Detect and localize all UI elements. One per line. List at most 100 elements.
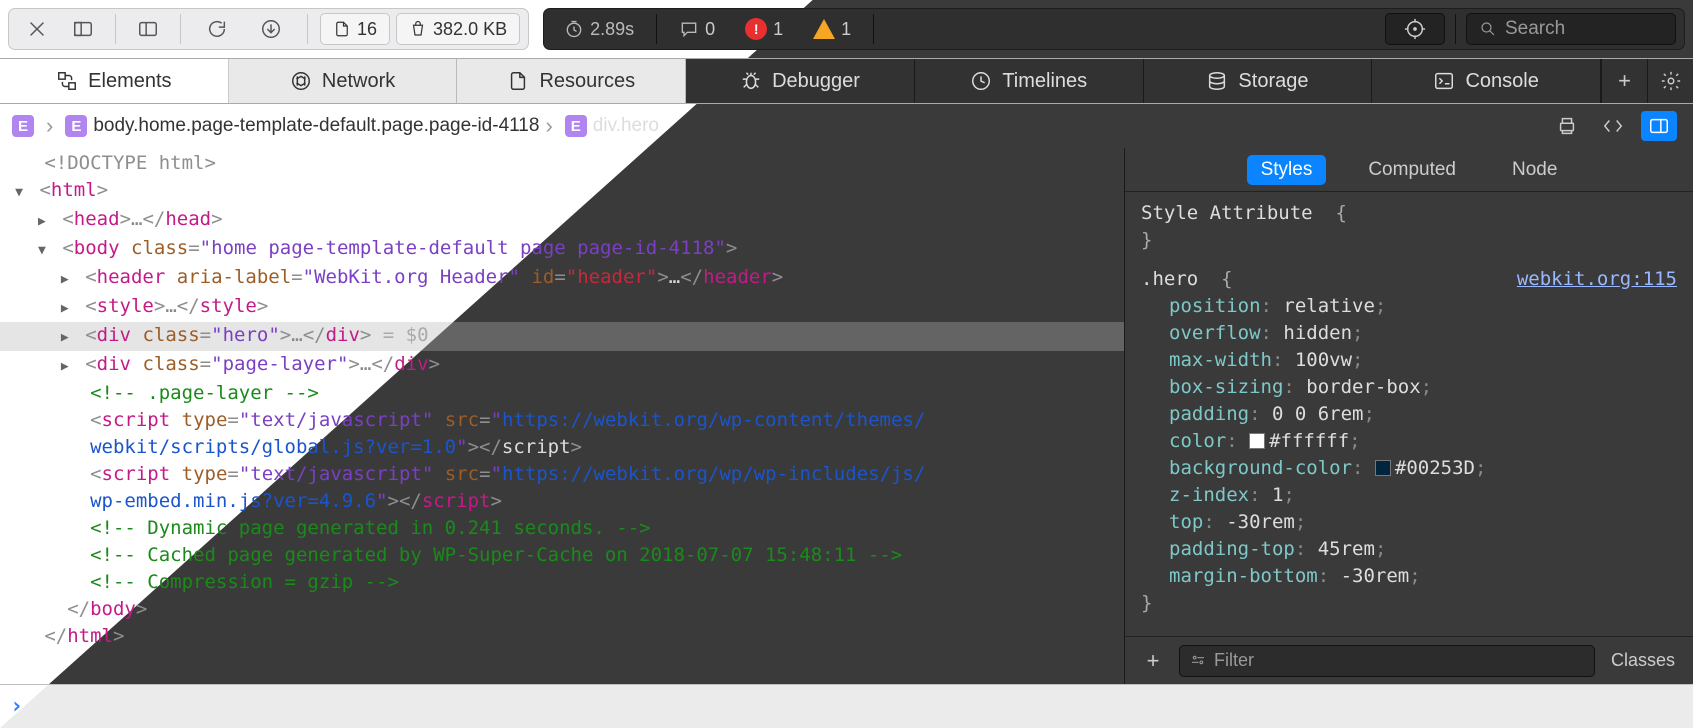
- inspect-element-button[interactable]: [1385, 13, 1445, 45]
- dom-line[interactable]: wp-embed.min.js?ver=4.9.6"></script>: [0, 488, 1124, 515]
- dom-line[interactable]: <!-- Dynamic page generated in 0.241 sec…: [0, 515, 1124, 542]
- dom-line[interactable]: <script type="text/javascript" src="http…: [0, 407, 1124, 434]
- tab-network[interactable]: Network: [229, 59, 458, 103]
- css-declaration[interactable]: padding-top: 45rem;: [1141, 536, 1677, 563]
- styles-sidebar: Styles Computed Node Style Attribute {} …: [1124, 148, 1693, 684]
- network-icon: [290, 70, 312, 92]
- dom-line[interactable]: webkit/scripts/global.js?ver=1.0"></scri…: [0, 434, 1124, 461]
- file-count-value: 16: [357, 19, 377, 40]
- breadcrumb-body-path[interactable]: body.home.page-template-default.page.pag…: [93, 115, 539, 137]
- disclosure-toggle[interactable]: ▶: [56, 353, 74, 380]
- selected-element-badge[interactable]: E: [565, 115, 587, 137]
- tab-timelines[interactable]: Timelines: [915, 59, 1144, 103]
- dom-line[interactable]: ▶ <style>…</style>: [0, 293, 1124, 322]
- dom-line[interactable]: </body>: [0, 596, 1124, 623]
- disclosure-toggle[interactable]: ▼: [10, 179, 28, 206]
- breadcrumb: E › E body.home.page-template-default.pa…: [0, 104, 1693, 148]
- new-tab-button[interactable]: +: [1601, 59, 1647, 103]
- messages-count: 0: [705, 19, 715, 40]
- details-sidebar-toggle[interactable]: [1641, 111, 1677, 141]
- errors-metric[interactable]: ! 1: [733, 13, 795, 45]
- dom-line[interactable]: <script type="text/javascript" src="http…: [0, 461, 1124, 488]
- rule-selector[interactable]: .hero: [1141, 266, 1198, 293]
- new-rule-button[interactable]: +: [1137, 645, 1169, 677]
- breadcrumb-tools: [1549, 111, 1687, 141]
- dom-line[interactable]: ▼ <body class="home page-template-defaul…: [0, 235, 1124, 264]
- styles-footer: + Filter Classes: [1125, 636, 1693, 684]
- tab-storage[interactable]: Storage: [1144, 59, 1373, 103]
- rule-source-link[interactable]: webkit.org:115: [1517, 266, 1677, 293]
- reload-button[interactable]: [193, 13, 241, 45]
- elements-icon: [56, 70, 78, 92]
- dom-line[interactable]: ▶ <div class="page-layer">…</div>: [0, 351, 1124, 380]
- tab-network-label: Network: [322, 70, 395, 93]
- css-declaration[interactable]: max-width: 100vw;: [1141, 347, 1677, 374]
- tab-timelines-label: Timelines: [1002, 70, 1087, 93]
- disclosure-toggle[interactable]: ▶: [33, 208, 51, 235]
- dom-line[interactable]: <!-- Compression = gzip -->: [0, 569, 1124, 596]
- code-toggle-button[interactable]: [1595, 111, 1631, 141]
- disclosure-toggle[interactable]: ▶: [56, 324, 74, 351]
- styles-subtab-styles[interactable]: Styles: [1247, 155, 1327, 185]
- settings-gear-button[interactable]: [1647, 59, 1693, 103]
- styles-filter-input[interactable]: Filter: [1179, 645, 1595, 677]
- disclosure-toggle[interactable]: ▶: [56, 295, 74, 322]
- dom-line[interactable]: ▼ <html>: [0, 177, 1124, 206]
- sidebar-toggle-button[interactable]: [128, 13, 168, 45]
- gear-icon: [1660, 70, 1682, 92]
- transfer-size-metric: 382.0 KB: [396, 13, 520, 45]
- css-declaration[interactable]: color: #ffffff;: [1141, 428, 1677, 455]
- tab-elements[interactable]: Elements: [0, 59, 229, 103]
- storage-icon: [1206, 70, 1228, 92]
- rule-header[interactable]: .hero { webkit.org:115: [1141, 266, 1677, 293]
- css-declaration[interactable]: z-index: 1;: [1141, 482, 1677, 509]
- timelines-icon: [970, 70, 992, 92]
- toolbar-right-cluster: 2.89s 0 ! 1 1 Search: [543, 8, 1685, 50]
- error-icon: !: [745, 18, 767, 40]
- body-element-badge[interactable]: E: [65, 115, 87, 137]
- tab-storage-label: Storage: [1238, 70, 1308, 93]
- dom-line[interactable]: <!-- Cached page generated by WP-Super-C…: [0, 542, 1124, 569]
- disclosure-toggle[interactable]: ▼: [33, 237, 51, 264]
- console-prompt-bar[interactable]: ›: [0, 684, 1693, 728]
- filter-icon: [1190, 653, 1206, 669]
- tab-debugger-label: Debugger: [772, 70, 860, 93]
- classes-toggle[interactable]: Classes: [1605, 650, 1681, 671]
- tab-console[interactable]: Console: [1372, 59, 1601, 103]
- close-button[interactable]: [17, 13, 57, 45]
- styles-rules[interactable]: Style Attribute {} .hero { webkit.org:11…: [1125, 192, 1693, 636]
- dom-line[interactable]: <!-- .page-layer -->: [0, 380, 1124, 407]
- style-attribute-block[interactable]: Style Attribute {}: [1141, 200, 1677, 254]
- search-placeholder: Search: [1505, 18, 1565, 40]
- search-input[interactable]: Search: [1466, 13, 1676, 45]
- styles-subtab-computed[interactable]: Computed: [1354, 155, 1470, 185]
- file-count-metric: 16: [320, 13, 390, 45]
- styles-subtab-node[interactable]: Node: [1498, 155, 1571, 185]
- errors-count: 1: [773, 19, 783, 40]
- messages-metric[interactable]: 0: [667, 13, 727, 45]
- css-declaration[interactable]: padding: 0 0 6rem;: [1141, 401, 1677, 428]
- dock-left-button[interactable]: [63, 13, 103, 45]
- css-declaration[interactable]: margin-bottom: -30rem;: [1141, 563, 1677, 590]
- dom-line[interactable]: </html>: [0, 623, 1124, 650]
- tab-debugger[interactable]: Debugger: [686, 59, 915, 103]
- css-declaration[interactable]: box-sizing: border-box;: [1141, 374, 1677, 401]
- dom-line[interactable]: ▶ <head>…</head>: [0, 206, 1124, 235]
- tab-resources[interactable]: Resources: [457, 59, 686, 103]
- css-declaration[interactable]: overflow: hidden;: [1141, 320, 1677, 347]
- dom-tree[interactable]: <!DOCTYPE html> ▼ <html> ▶ <head>…</head…: [0, 148, 1124, 684]
- css-declaration[interactable]: background-color: #00253D;: [1141, 455, 1677, 482]
- chevron-right-icon: ›: [46, 113, 53, 139]
- dom-line-selected[interactable]: ▶ <div class="hero">…</div> = $0: [0, 322, 1124, 351]
- breadcrumb-selected[interactable]: div.hero: [593, 115, 659, 137]
- download-button[interactable]: [247, 13, 295, 45]
- root-element-badge[interactable]: E: [12, 115, 34, 137]
- disclosure-toggle[interactable]: ▶: [56, 266, 74, 293]
- css-declaration[interactable]: top: -30rem;: [1141, 509, 1677, 536]
- resources-icon: [507, 70, 529, 92]
- css-declaration[interactable]: position: relative;: [1141, 293, 1677, 320]
- dom-line[interactable]: <!DOCTYPE html>: [0, 150, 1124, 177]
- print-styles-button[interactable]: [1549, 111, 1585, 141]
- dom-line[interactable]: ▶ <header aria-label="WebKit.org Header"…: [0, 264, 1124, 293]
- warnings-metric[interactable]: 1: [801, 13, 863, 45]
